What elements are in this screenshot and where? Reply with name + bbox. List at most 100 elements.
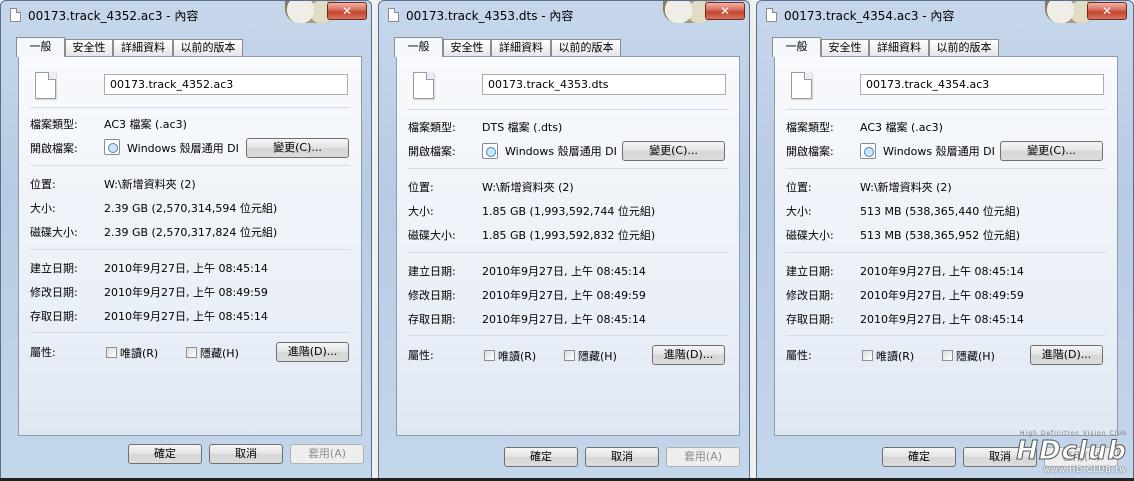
hidden-checkbox[interactable]	[564, 350, 575, 361]
tab-previous-versions[interactable]: 以前的版本	[551, 39, 621, 56]
change-button[interactable]: 變更(C)...	[622, 141, 725, 161]
separator	[786, 109, 1106, 110]
size-label: 大小:	[30, 202, 56, 215]
opens-with-label: 開啟檔案:	[786, 145, 834, 158]
apply-button[interactable]: 套用(A)	[290, 444, 364, 464]
close-button[interactable]: ✕	[705, 2, 745, 20]
created-label: 建立日期:	[408, 265, 456, 278]
readonly-label[interactable]: 唯讀(R)	[498, 348, 536, 364]
title-bar[interactable]: 00173.track_4353.dts - 內容 ✕	[379, 1, 749, 31]
readonly-checkbox[interactable]	[106, 347, 117, 358]
size-label: 大小:	[786, 205, 812, 218]
document-icon	[35, 72, 56, 99]
tab-general[interactable]: 一般	[16, 37, 65, 57]
properties-dialog-1: 00173.track_4352.ac3 - 內容 ✕ 一般 安全性 詳細資料 …	[0, 0, 372, 481]
separator	[408, 335, 728, 336]
tab-previous-versions[interactable]: 以前的版本	[173, 39, 243, 56]
file-type-label: 檔案類型:	[786, 121, 834, 134]
advanced-button[interactable]: 進階(D)...	[276, 342, 349, 362]
advanced-button[interactable]: 進階(D)...	[652, 345, 725, 365]
tab-details[interactable]: 詳細資料	[869, 39, 929, 56]
title-bar[interactable]: 00173.track_4354.ac3 - 內容 ✕	[757, 1, 1133, 31]
accessed-value: 2010年9月27日, 上午 08:45:14	[860, 313, 1024, 326]
size-value: 513 MB (538,365,440 位元組)	[860, 205, 1021, 218]
separator	[30, 107, 350, 108]
tab-previous-versions[interactable]: 以前的版本	[929, 39, 999, 56]
ok-button[interactable]: 確定	[504, 447, 578, 467]
hidden-label[interactable]: 隱藏(H)	[578, 348, 617, 364]
separator	[408, 252, 728, 253]
separator	[30, 165, 350, 166]
tab-general[interactable]: 一般	[772, 37, 821, 57]
app-icon	[860, 143, 876, 159]
created-label: 建立日期:	[30, 262, 78, 275]
size-value: 2.39 GB (2,570,314,594 位元組)	[104, 202, 278, 215]
watermark-url: www.HD.CLUB.tw	[1043, 465, 1127, 474]
properties-dialog-2: 00173.track_4353.dts - 內容 ✕ 一般 安全性 詳細資料 …	[378, 0, 750, 481]
title-bar[interactable]: 00173.track_4352.ac3 - 內容 ✕	[1, 1, 371, 31]
tab-details[interactable]: 詳細資料	[491, 39, 551, 56]
file-type-value: AC3 檔案 (.ac3)	[104, 118, 187, 131]
location-label: 位置:	[30, 178, 56, 191]
file-name-field[interactable]: 00173.track_4353.dts	[482, 74, 726, 95]
tab-security[interactable]: 安全性	[443, 39, 491, 56]
file-name-field[interactable]: 00173.track_4352.ac3	[104, 74, 348, 95]
size-label: 大小:	[408, 205, 434, 218]
change-button[interactable]: 變更(C)...	[246, 138, 349, 158]
hidden-checkbox[interactable]	[942, 350, 953, 361]
watermark: High Definition Vision Club HDclub www.H…	[1016, 430, 1127, 474]
close-button[interactable]: ✕	[1087, 2, 1127, 20]
tab-security[interactable]: 安全性	[65, 39, 113, 56]
hidden-label[interactable]: 隱藏(H)	[200, 345, 239, 361]
location-value: W:\新增資料夾 (2)	[860, 181, 952, 194]
advanced-button[interactable]: 進階(D)...	[1030, 345, 1103, 365]
window-title: 00173.track_4352.ac3 - 內容	[28, 9, 199, 23]
hidden-checkbox[interactable]	[186, 347, 197, 358]
file-icon	[10, 8, 21, 22]
general-panel: 00173.track_4353.dts 檔案類型: DTS 檔案 (.dts)…	[396, 56, 740, 436]
readonly-checkbox[interactable]	[862, 350, 873, 361]
tab-details[interactable]: 詳細資料	[113, 39, 173, 56]
attributes-label: 屬性:	[30, 346, 56, 359]
file-type-value: DTS 檔案 (.dts)	[482, 121, 563, 134]
change-button[interactable]: 變更(C)...	[1000, 141, 1103, 161]
tab-security[interactable]: 安全性	[821, 39, 869, 56]
file-icon	[388, 8, 399, 22]
size-on-disk-value: 1.85 GB (1,993,592,832 位元組)	[482, 229, 656, 242]
ok-button[interactable]: 確定	[882, 447, 956, 467]
size-on-disk-label: 磁碟大小:	[30, 226, 78, 239]
accessed-value: 2010年9月27日, 上午 08:45:14	[104, 310, 268, 323]
modified-label: 修改日期:	[786, 289, 834, 302]
created-label: 建立日期:	[786, 265, 834, 278]
readonly-label[interactable]: 唯讀(R)	[120, 345, 158, 361]
watermark-logo: HDclub	[1016, 436, 1127, 466]
created-value: 2010年9月27日, 上午 08:45:14	[482, 265, 646, 278]
location-label: 位置:	[408, 181, 434, 194]
location-value: W:\新增資料夾 (2)	[104, 178, 196, 191]
file-type-value: AC3 檔案 (.ac3)	[860, 121, 943, 134]
location-value: W:\新增資料夾 (2)	[482, 181, 574, 194]
separator	[30, 249, 350, 250]
apply-button[interactable]: 套用(A)	[666, 447, 740, 467]
separator	[786, 335, 1106, 336]
created-value: 2010年9月27日, 上午 08:45:14	[860, 265, 1024, 278]
tab-general[interactable]: 一般	[394, 37, 443, 57]
general-panel: 00173.track_4354.ac3 檔案類型: AC3 檔案 (.ac3)…	[774, 56, 1118, 436]
size-on-disk-value: 513 MB (538,365,952 位元組)	[860, 229, 1021, 242]
ok-button[interactable]: 確定	[128, 444, 202, 464]
file-type-label: 檔案類型:	[408, 121, 456, 134]
separator	[408, 109, 728, 110]
accessed-label: 存取日期:	[30, 310, 78, 323]
hidden-label[interactable]: 隱藏(H)	[956, 348, 995, 364]
document-icon	[791, 72, 812, 99]
attributes-label: 屬性:	[786, 349, 812, 362]
cancel-button[interactable]: 取消	[585, 447, 659, 467]
cancel-button[interactable]: 取消	[209, 444, 283, 464]
opens-with-app: Windows 殼層通用 DI	[127, 142, 239, 155]
opens-with-app: Windows 殼層通用 DI	[883, 145, 995, 158]
window-title: 00173.track_4353.dts - 內容	[406, 9, 574, 23]
file-name-field[interactable]: 00173.track_4354.ac3	[860, 74, 1104, 95]
close-button[interactable]: ✕	[327, 2, 367, 20]
readonly-checkbox[interactable]	[484, 350, 495, 361]
readonly-label[interactable]: 唯讀(R)	[876, 348, 914, 364]
